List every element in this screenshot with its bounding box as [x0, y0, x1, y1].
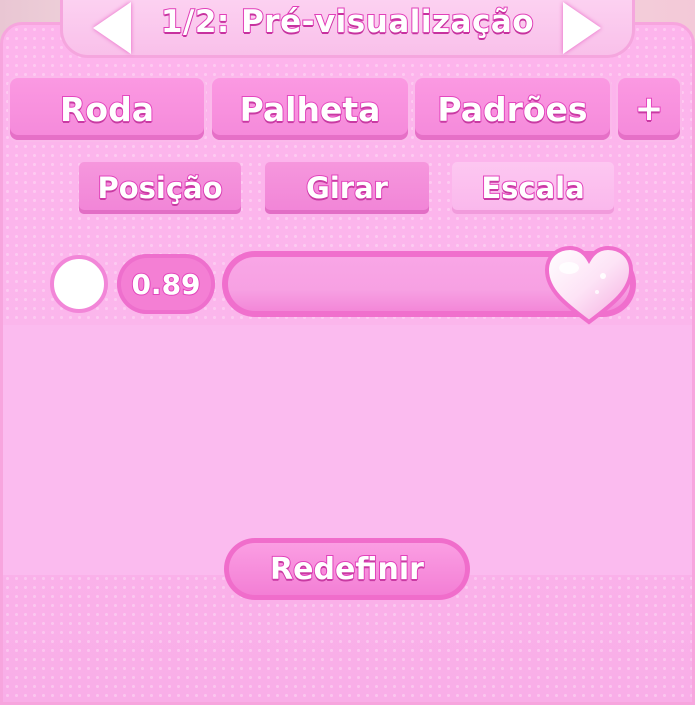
tab-palheta[interactable]: Palheta [212, 78, 408, 140]
reset-button[interactable]: Redefinir [224, 538, 470, 600]
subtab-girar[interactable]: Girar [265, 162, 429, 214]
scale-value: 0.89 [117, 254, 215, 314]
tab-more-button[interactable]: + [618, 78, 680, 140]
tab-roda[interactable]: Roda [10, 78, 204, 140]
circle-icon [50, 255, 108, 313]
tab-padroes[interactable]: Padrões [415, 78, 610, 140]
subtab-escala[interactable]: Escala [452, 162, 614, 214]
reset-label: Redefinir [229, 543, 465, 595]
heart-icon[interactable] [543, 246, 635, 326]
subtab-posicao[interactable]: Posição [79, 162, 241, 214]
page-title: 1/2: Pré-visualização [160, 3, 535, 41]
arrow-right-icon[interactable] [563, 2, 601, 54]
